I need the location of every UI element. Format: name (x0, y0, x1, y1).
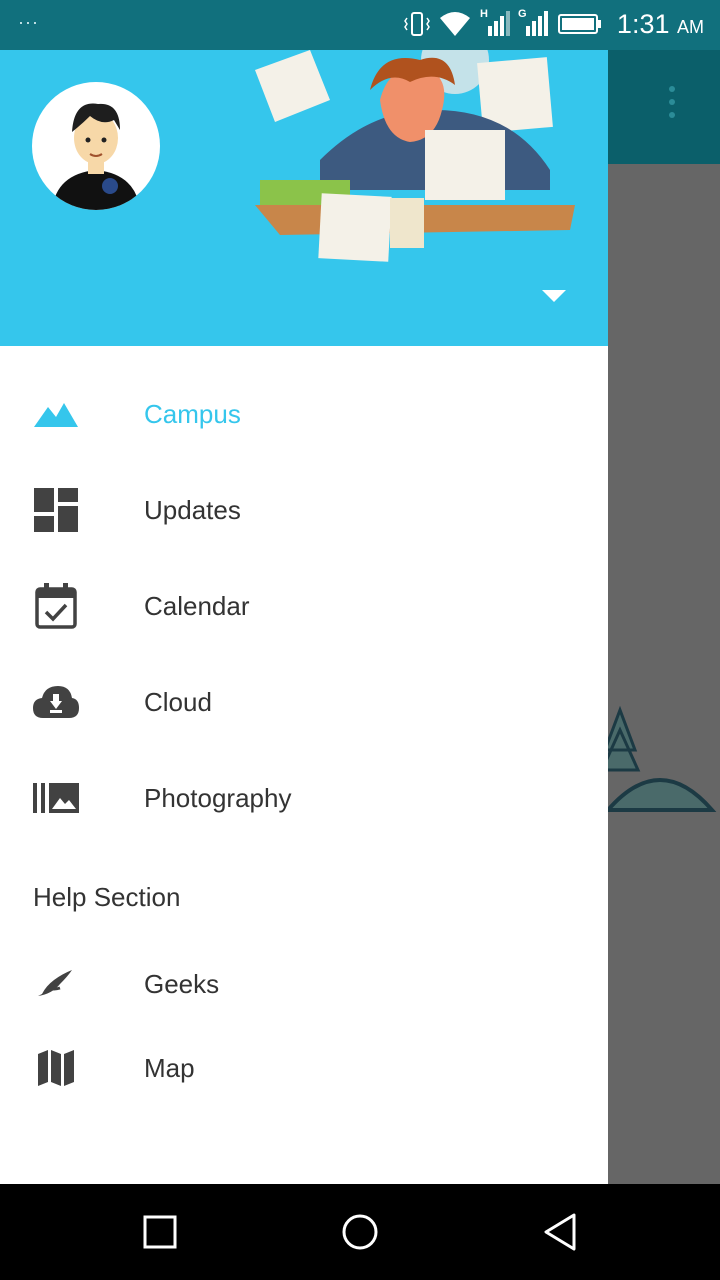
dashboard-icon (33, 487, 79, 533)
drawer-item-label: Updates (144, 494, 241, 525)
help-section-header: Help Section (0, 846, 608, 942)
drawer-item-label: Campus (144, 398, 241, 429)
drawer-item-label: Cloud (144, 686, 212, 717)
drawer-item-cloud[interactable]: Cloud (0, 654, 608, 750)
feather-icon (33, 961, 79, 1007)
circle-icon (342, 1214, 378, 1250)
wifi-icon (440, 12, 470, 36)
system-navigation-bar (0, 1184, 720, 1280)
help-section-title: Help Section (33, 882, 181, 912)
home-button[interactable] (330, 1202, 390, 1262)
status-icons: H G (404, 8, 602, 38)
drawer-item-updates[interactable]: Updates (0, 462, 608, 558)
avatar[interactable] (32, 82, 160, 210)
calendar-check-icon (33, 583, 79, 629)
background-illustration (600, 705, 717, 812)
drawer-item-photography[interactable]: Photography (0, 750, 608, 846)
drawer-item-label: Calendar (144, 590, 250, 621)
overflow-menu-icon[interactable] (660, 86, 684, 126)
map-icon (33, 1045, 79, 1091)
square-icon (143, 1215, 177, 1249)
mountain-icon (33, 391, 79, 437)
header-illustration (255, 30, 575, 262)
drawer-item-geeks[interactable]: Geeks (0, 942, 608, 1026)
account-dropdown-icon[interactable] (542, 290, 566, 302)
drawer-header (0, 0, 608, 346)
signal-icon-1 (488, 11, 510, 36)
triangle-back-icon (544, 1213, 576, 1251)
drawer-menu: Campus Updates Calendar Cloud Photograph… (0, 346, 608, 1110)
cloud-download-icon (33, 679, 79, 725)
photo-library-icon (33, 775, 79, 821)
recents-button[interactable] (130, 1202, 190, 1262)
vibrate-icon (404, 12, 430, 36)
back-button[interactable] (530, 1202, 590, 1262)
navigation-drawer: Campus Updates Calendar Cloud Photograph… (0, 0, 608, 1184)
drawer-item-map[interactable]: Map (0, 1026, 608, 1110)
signal-icon-2 (526, 11, 548, 36)
drawer-item-campus[interactable]: Campus (0, 366, 608, 462)
drawer-item-label: Map (144, 1052, 195, 1083)
notification-dots: ··· (18, 12, 39, 32)
drawer-item-label: Geeks (144, 968, 220, 999)
drawer-item-calendar[interactable]: Calendar (0, 558, 608, 654)
battery-icon (558, 14, 601, 34)
clock: 1:31 AM (616, 9, 704, 39)
status-bar: ··· H G 1:31 AM (0, 0, 720, 50)
user-avatar-image (52, 103, 140, 210)
drawer-item-label: Photography (144, 782, 292, 813)
